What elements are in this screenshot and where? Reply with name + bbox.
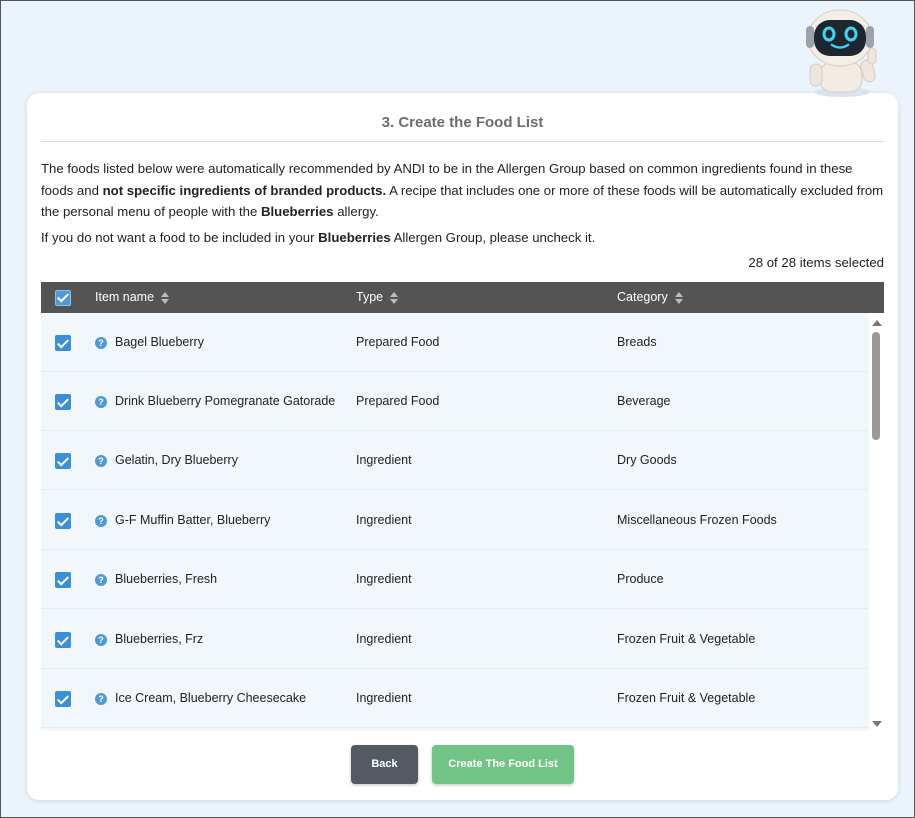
table-row: ? G-F Muffin Batter, Blueberry Ingredien…: [41, 491, 869, 550]
create-food-list-button[interactable]: Create The Food List: [432, 745, 574, 784]
category-cell: Miscellaneous Frozen Foods: [617, 513, 777, 527]
item-name-cell: G-F Muffin Batter, Blueberry: [115, 513, 271, 527]
item-name-cell: Bagel Blueberry: [115, 335, 204, 349]
description-part: allergy.: [333, 204, 379, 219]
column-header-item-name[interactable]: Item name: [95, 282, 170, 313]
table-row: ? Ice Cream, Blueberry Cheesecake Ingred…: [41, 669, 869, 728]
sort-icon[interactable]: [674, 291, 684, 304]
question-icon[interactable]: ?: [95, 337, 107, 349]
row-checkbox[interactable]: [55, 632, 71, 648]
card-title: 3. Create the Food List: [41, 93, 884, 142]
food-table-body: ? Bagel Blueberry Prepared Food Breads ?…: [41, 313, 884, 731]
back-button[interactable]: Back: [351, 745, 418, 784]
robot-mascot-icon: [806, 9, 877, 97]
create-food-list-card: 3. Create the Food List The foods listed…: [27, 93, 898, 800]
type-cell: Ingredient: [356, 632, 412, 646]
table-row: ? Bagel Blueberry Prepared Food Breads: [41, 313, 869, 372]
row-checkbox[interactable]: [55, 691, 71, 707]
column-header-type[interactable]: Type: [356, 282, 399, 313]
table-row: ? Blueberries, Fresh Ingredient Produce: [41, 550, 869, 609]
row-checkbox[interactable]: [55, 394, 71, 410]
item-name-cell: Blueberries, Frz: [115, 632, 204, 646]
category-cell: Frozen Fruit & Vegetable: [617, 632, 756, 646]
table-scrollbar[interactable]: [869, 313, 884, 731]
sort-icon[interactable]: [161, 291, 170, 304]
column-header-category[interactable]: Category: [617, 282, 684, 313]
sort-icon[interactable]: [390, 291, 399, 304]
select-all-checkbox[interactable]: [55, 289, 71, 306]
type-cell: Ingredient: [356, 513, 412, 527]
description-emphasis: not specific ingredients of branded prod…: [102, 182, 387, 198]
row-checkbox[interactable]: [55, 572, 71, 588]
table-row: ? Gelatin, Dry Blueberry Ingredient Dry …: [41, 431, 869, 490]
item-name-cell: Blueberries, Fresh: [115, 572, 218, 586]
table-row: ? Blueberries, Frz Ingredient Frozen Fru…: [41, 610, 869, 669]
allergy-name: Blueberries: [318, 230, 391, 245]
question-icon[interactable]: ?: [95, 515, 107, 527]
category-cell: Breads: [617, 335, 657, 349]
question-icon[interactable]: ?: [95, 574, 107, 586]
scroll-up-arrow-icon[interactable]: [872, 320, 882, 326]
item-name-cell: Ice Cream, Blueberry Cheesecake: [115, 691, 307, 705]
column-label: Item name: [95, 290, 155, 304]
category-cell: Frozen Fruit & Vegetable: [617, 691, 756, 705]
category-cell: Beverage: [617, 394, 671, 408]
category-cell: Dry Goods: [617, 453, 677, 467]
table-row: ? Drink Blueberry Pomegranate Gatorade P…: [41, 372, 869, 431]
select-all-cell: [55, 282, 71, 313]
item-name-cell: Drink Blueberry Pomegranate Gatorade: [115, 394, 336, 408]
type-cell: Prepared Food: [356, 394, 440, 408]
column-label: Category: [617, 290, 668, 304]
row-checkbox[interactable]: [55, 513, 71, 529]
instruction-part: If you do not want a food to be included…: [41, 230, 319, 245]
instruction-part: Allergen Group, please uncheck it.: [390, 230, 596, 245]
row-checkbox[interactable]: [55, 453, 71, 469]
scrollbar-thumb[interactable]: [872, 332, 880, 440]
row-checkbox[interactable]: [55, 335, 71, 351]
question-icon[interactable]: ?: [95, 634, 107, 646]
table-header: Item name Type Category: [41, 282, 884, 313]
allergy-name: Blueberries: [260, 204, 334, 219]
type-cell: Ingredient: [356, 572, 412, 586]
type-cell: Prepared Food: [356, 335, 440, 349]
description-text: The foods listed below were automaticall…: [41, 158, 886, 223]
uncheck-instruction: If you do not want a food to be included…: [41, 227, 886, 248]
type-cell: Ingredient: [356, 453, 412, 467]
type-cell: Ingredient: [356, 691, 412, 705]
question-icon[interactable]: ?: [95, 396, 107, 408]
selection-count: 28 of 28 items selected: [748, 255, 884, 270]
scroll-down-arrow-icon[interactable]: [872, 721, 882, 727]
category-cell: Produce: [617, 572, 664, 586]
item-name-cell: Gelatin, Dry Blueberry: [115, 453, 238, 467]
question-icon[interactable]: ?: [95, 455, 107, 467]
column-label: Type: [356, 290, 384, 304]
question-icon[interactable]: ?: [95, 693, 107, 705]
